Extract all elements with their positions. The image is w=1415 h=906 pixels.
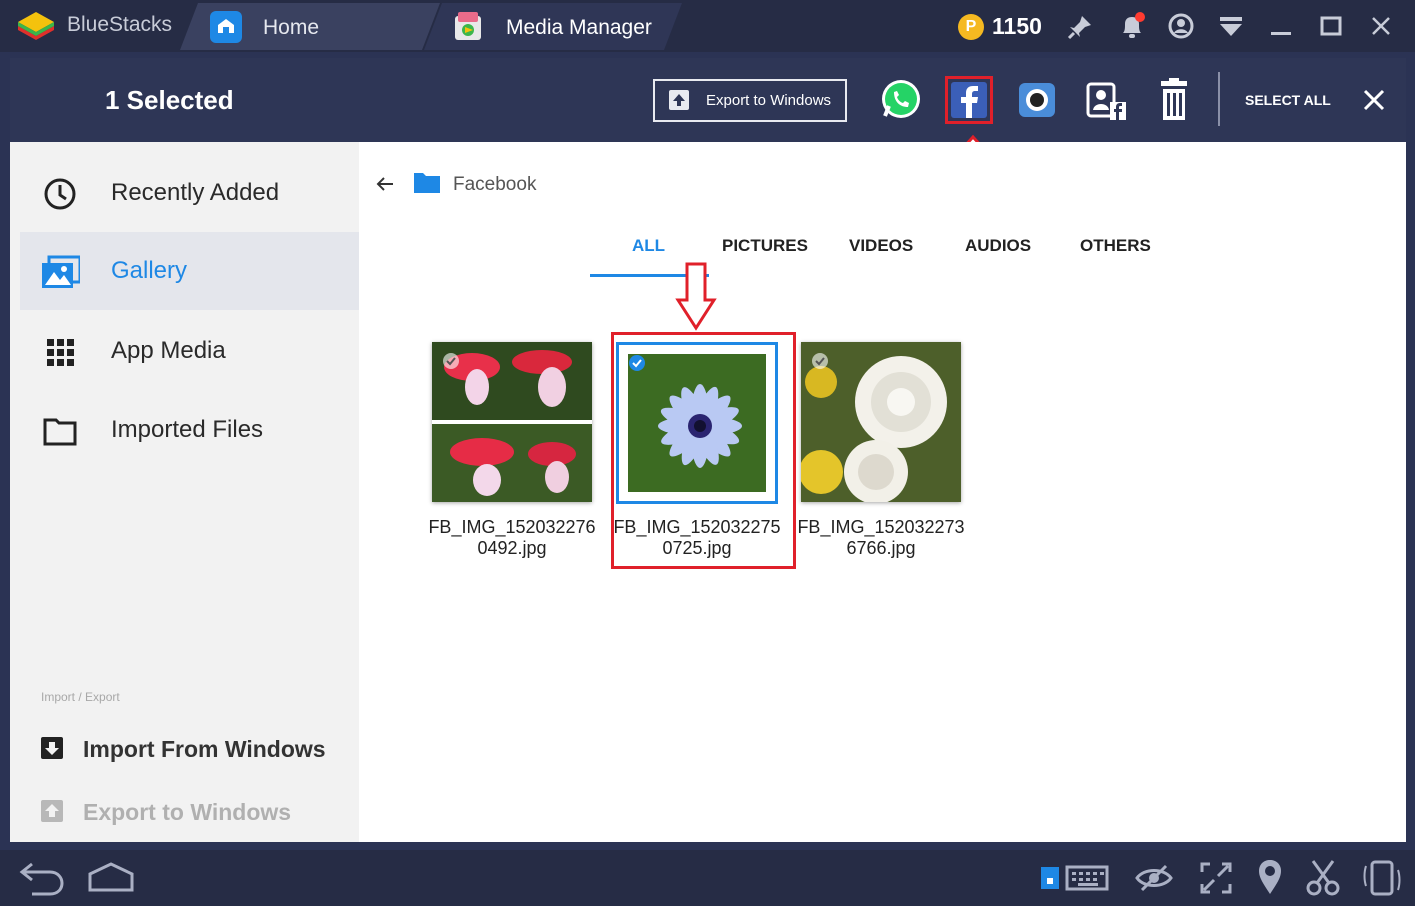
media-thumbnail-2[interactable] [616, 342, 778, 504]
sidebar-item-label: App Media [111, 337, 226, 364]
annotation-arrow-down [675, 262, 717, 331]
header-divider [1218, 72, 1220, 126]
select-check-icon[interactable] [442, 352, 460, 370]
file-name: FB_IMG_152032275 0725.jpg [613, 517, 781, 558]
sidebar-item-label: Recently Added [111, 179, 280, 206]
import-icon [41, 737, 63, 759]
close-selection-icon[interactable] [1362, 88, 1386, 112]
tab-audios[interactable]: AUDIOS [965, 236, 1031, 256]
select-check-icon[interactable] [811, 352, 829, 370]
home-nav-icon[interactable] [86, 860, 136, 896]
selected-check-icon[interactable] [628, 354, 646, 372]
minimize-icon[interactable] [1268, 14, 1294, 38]
export-label: Export to Windows [83, 799, 292, 825]
rotate-screen-icon[interactable] [1362, 858, 1402, 898]
gallery-icon [42, 255, 80, 288]
title-bar: BlueStacks Home Media Manager P 1150 [0, 0, 1415, 52]
location-pin-icon[interactable] [1256, 858, 1284, 896]
facebook-profile-icon[interactable] [1086, 80, 1128, 122]
sidebar-item-recently-added[interactable]: Recently Added [10, 154, 359, 232]
clock-icon [44, 178, 76, 210]
export-to-windows-sidebar-button[interactable]: Export to Windows [10, 785, 359, 837]
app-name: BlueStacks [67, 13, 173, 36]
back-nav-icon[interactable] [14, 860, 66, 896]
close-window-icon[interactable] [1368, 13, 1394, 39]
export-to-windows-button[interactable]: Export to Windows [653, 79, 847, 122]
pin-tool-icon[interactable] [1066, 13, 1094, 41]
account-icon[interactable] [1167, 12, 1195, 40]
folder-icon [414, 173, 440, 193]
tab-media-manager[interactable]: Media Manager [424, 3, 682, 50]
sidebar-item-app-media[interactable]: App Media [10, 312, 359, 390]
tab-home[interactable]: Home [180, 3, 440, 50]
import-label: Import From Windows [83, 736, 326, 762]
coin-count: 1150 [992, 13, 1042, 39]
sidebar: Recently Added Gallery App Media Importe… [10, 142, 359, 842]
media-manager-icon [452, 10, 486, 44]
fullscreen-icon[interactable] [1198, 860, 1234, 896]
menu-dropdown-icon[interactable] [1218, 14, 1244, 38]
media-thumbnail-1[interactable] [432, 342, 592, 502]
sidebar-item-label: Gallery [111, 257, 188, 284]
coin-icon: P [958, 14, 984, 40]
file-name: FB_IMG_152032273 6766.jpg [797, 517, 965, 558]
media-content: Facebook ALL PICTURES VIDEOS AUDIOS OTHE… [359, 142, 1406, 842]
sidebar-item-gallery[interactable]: Gallery [20, 232, 359, 310]
bluestacks-logo-icon [18, 12, 54, 40]
daisy-flower-image [628, 354, 766, 492]
tab-media-label: Media Manager [506, 16, 652, 39]
back-arrow-icon[interactable] [375, 174, 395, 194]
tab-home-label: Home [263, 16, 320, 39]
selection-header: 1 Selected Export to Windows SELECT ALL [10, 58, 1406, 142]
home-icon [210, 11, 242, 43]
folder-icon [43, 418, 77, 446]
select-all-button[interactable]: SELECT ALL [1245, 92, 1331, 108]
whatsapp-share-icon[interactable] [880, 78, 922, 120]
keyboard-icon[interactable] [1040, 864, 1112, 892]
tab-others[interactable]: OTHERS [1080, 236, 1151, 256]
camera-share-icon[interactable] [1017, 81, 1057, 119]
sidebar-item-imported-files[interactable]: Imported Files [10, 391, 359, 469]
sidebar-item-label: Imported Files [111, 416, 264, 443]
export-button-label: Export to Windows [706, 92, 832, 109]
facebook-share-icon[interactable] [951, 82, 987, 118]
export-icon [41, 800, 63, 822]
folder-name: Facebook [453, 174, 537, 195]
notification-bell-icon[interactable] [1117, 11, 1147, 41]
scissors-icon[interactable] [1305, 858, 1341, 898]
eye-hidden-icon[interactable] [1134, 862, 1174, 894]
tab-all[interactable]: ALL [632, 236, 665, 256]
media-thumbnail-3[interactable] [799, 342, 961, 504]
selected-count: 1 Selected [105, 85, 234, 115]
grid-icon [47, 339, 74, 366]
delete-trash-icon[interactable] [1157, 78, 1191, 122]
import-export-section-label: Import / Export [41, 690, 120, 704]
file-name: FB_IMG_152032276 0492.jpg [428, 517, 596, 558]
tab-videos[interactable]: VIDEOS [849, 236, 913, 256]
export-icon [669, 90, 689, 110]
tab-pictures[interactable]: PICTURES [722, 236, 808, 256]
maximize-icon[interactable] [1318, 13, 1344, 39]
android-nav-bar [0, 850, 1415, 906]
import-from-windows-button[interactable]: Import From Windows [10, 722, 359, 774]
